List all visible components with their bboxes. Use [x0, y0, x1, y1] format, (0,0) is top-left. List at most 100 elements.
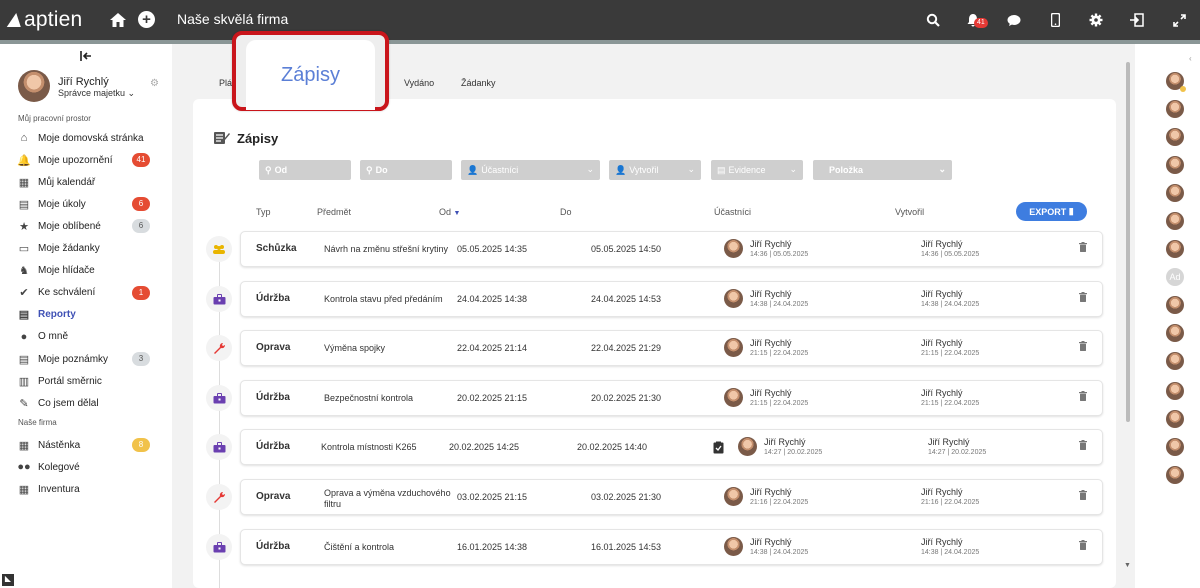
creator-time: 14:27 | 20.02.2025 — [928, 449, 987, 456]
colleague-avatar[interactable] — [1166, 296, 1184, 314]
trash-icon[interactable] — [1079, 341, 1087, 354]
col-do[interactable]: Do — [560, 207, 572, 217]
section-our-company: Naše firma — [18, 418, 57, 427]
people-icon: ●● — [17, 461, 31, 474]
sidebar-item-9[interactable]: ▤ Reporty — [18, 306, 168, 324]
participant-time: 14:38 | 24.04.2025 — [750, 301, 809, 308]
collapse-sidebar-icon[interactable] — [80, 50, 92, 62]
sidebar-badge: 6 — [132, 197, 150, 212]
scroll-down-icon[interactable]: ▼ — [1124, 562, 1131, 569]
add-icon[interactable]: + — [138, 11, 155, 28]
col-typ[interactable]: Typ — [256, 207, 271, 217]
sidebar-item-label: Kolegové — [38, 461, 80, 473]
participant-avatar[interactable] — [724, 487, 743, 506]
sidebar-item-3[interactable]: ▦ Můj kalendář — [18, 173, 168, 191]
creator-name: Jiří Rychlý — [921, 537, 963, 547]
sidebar-item-12[interactable]: ▥ Portál směrnic — [18, 372, 168, 390]
participant-avatar[interactable] — [724, 289, 743, 308]
scrollbar[interactable] — [1126, 62, 1130, 422]
colleague-avatar[interactable] — [1166, 466, 1184, 484]
col-ucastnici[interactable]: Účastníci — [714, 207, 751, 217]
trash-icon[interactable] — [1079, 490, 1087, 503]
user-name[interactable]: Jiří Rychlý — [58, 76, 109, 88]
tab-zadanky[interactable]: Žádanky — [461, 78, 496, 88]
sidebar-item-13[interactable]: ✎ Co jsem dělal — [18, 394, 168, 412]
chat-icon[interactable] — [1005, 11, 1023, 29]
trash-icon[interactable] — [1079, 391, 1087, 404]
export-button[interactable]: EXPORT ▮ — [1016, 202, 1087, 221]
topbar-divider — [0, 40, 1200, 44]
colleague-avatar[interactable] — [1166, 156, 1184, 174]
filter-evidence[interactable]: ▤ Evidence ⌄ — [711, 160, 803, 180]
chevron-down-icon: ⌄ — [938, 164, 946, 174]
colleague-avatar[interactable] — [1166, 438, 1184, 456]
user-settings-icon[interactable]: ⚙ — [150, 78, 160, 89]
colleague-avatar[interactable] — [1166, 100, 1184, 118]
colleague-avatar[interactable] — [1166, 352, 1184, 370]
sidebar-item-1[interactable]: ▦ Nástěnka 8 — [18, 436, 168, 454]
sidebar-item-2[interactable]: ●● Kolegové — [17, 458, 168, 476]
logout-icon[interactable] — [1127, 11, 1145, 29]
user-avatar[interactable] — [18, 70, 50, 102]
participant-name: Jiří Rychlý — [750, 537, 792, 547]
sidebar-item-1[interactable]: ⌂ Moje domovská stránka — [18, 129, 168, 147]
bell-icon[interactable]: 41 — [964, 11, 988, 29]
aptien-logo[interactable]: aptien — [6, 8, 82, 32]
participant-avatar[interactable] — [738, 437, 757, 456]
filter-do[interactable]: ⚲ Do — [360, 160, 452, 180]
tab-pla[interactable]: Plá — [219, 78, 232, 88]
participant-avatar[interactable] — [724, 338, 743, 357]
sidebar-item-6[interactable]: ▭ Moje žádanky — [18, 240, 168, 258]
search-icon[interactable] — [924, 11, 942, 29]
colleague-avatar[interactable] — [1166, 128, 1184, 146]
col-vytvoril[interactable]: Vytvořil — [895, 207, 924, 217]
creator-name: Jiří Rychlý — [928, 437, 970, 447]
colleague-avatar-initials[interactable]: Ad — [1166, 268, 1184, 286]
colleague-avatar[interactable] — [1166, 184, 1184, 202]
sidebar-item-5[interactable]: ★ Moje oblíbené 6 — [18, 217, 168, 235]
colleague-avatar[interactable] — [1166, 410, 1184, 428]
sidebar-item-8[interactable]: ✔ Ke schválení 1 — [18, 284, 168, 302]
participant-avatar[interactable] — [724, 537, 743, 556]
participant-avatar[interactable] — [724, 388, 743, 407]
gear-icon[interactable] — [1087, 11, 1105, 29]
tab-vydano[interactable]: Vydáno — [404, 78, 434, 88]
sidebar-item-label: Moje domovská stránka — [38, 132, 144, 144]
collapse-right-icon[interactable]: ‹ — [1189, 54, 1192, 63]
mobile-icon[interactable] — [1046, 11, 1064, 29]
sidebar-item-7[interactable]: ♞ Moje hlídače — [18, 262, 168, 280]
participant-avatar[interactable] — [724, 239, 743, 258]
search-icon: ⚲ — [265, 164, 272, 175]
creator-name: Jiří Rychlý — [921, 239, 963, 249]
colleague-avatar[interactable] — [1166, 212, 1184, 230]
trash-icon[interactable] — [1079, 242, 1087, 255]
trash-icon[interactable] — [1079, 440, 1087, 453]
colleague-avatar[interactable] — [1166, 382, 1184, 400]
row-to: 24.04.2025 14:53 — [591, 294, 662, 304]
home-icon[interactable] — [108, 10, 128, 30]
creator-time: 14:38 | 24.04.2025 — [921, 549, 980, 556]
filter-vytvoril[interactable]: 👤 Vytvořil ⌄ — [609, 160, 701, 180]
sidebar-item-11[interactable]: ▤ Moje poznámky 3 — [18, 350, 168, 368]
participant-time: 21:15 | 22.04.2025 — [750, 350, 809, 357]
participant-time: 21:16 | 22.04.2025 — [750, 499, 809, 506]
row-to: 03.02.2025 21:30 — [591, 492, 662, 502]
tab-zapisy[interactable]: Zápisy — [246, 40, 375, 110]
col-od[interactable]: Od ▼ — [439, 207, 460, 217]
meeting-icon — [206, 236, 232, 262]
colleague-avatar[interactable] — [1166, 240, 1184, 258]
sidebar-item-10[interactable]: ● O mně — [18, 328, 168, 346]
sidebar-item-3[interactable]: ▦ Inventura — [18, 480, 168, 498]
filter-od[interactable]: ⚲ Od — [259, 160, 351, 180]
filter-polozka[interactable]: Položka ⌄ — [813, 160, 952, 180]
sidebar-item-2[interactable]: 🔔 Moje upozornění 41 — [17, 151, 168, 169]
filter-ucastnici[interactable]: 👤 Účastníci ⌄ — [461, 160, 600, 180]
trash-icon[interactable] — [1079, 540, 1087, 553]
colleague-avatar[interactable] — [1166, 324, 1184, 342]
col-predmet[interactable]: Předmět — [317, 207, 351, 217]
fullscreen-icon[interactable] — [1170, 11, 1188, 29]
trash-icon[interactable] — [1079, 292, 1087, 305]
person-icon: 👤 — [467, 164, 479, 175]
user-role[interactable]: Správce majetku ⌄ — [58, 88, 135, 99]
sidebar-item-4[interactable]: ▤ Moje úkoly 6 — [18, 195, 168, 213]
